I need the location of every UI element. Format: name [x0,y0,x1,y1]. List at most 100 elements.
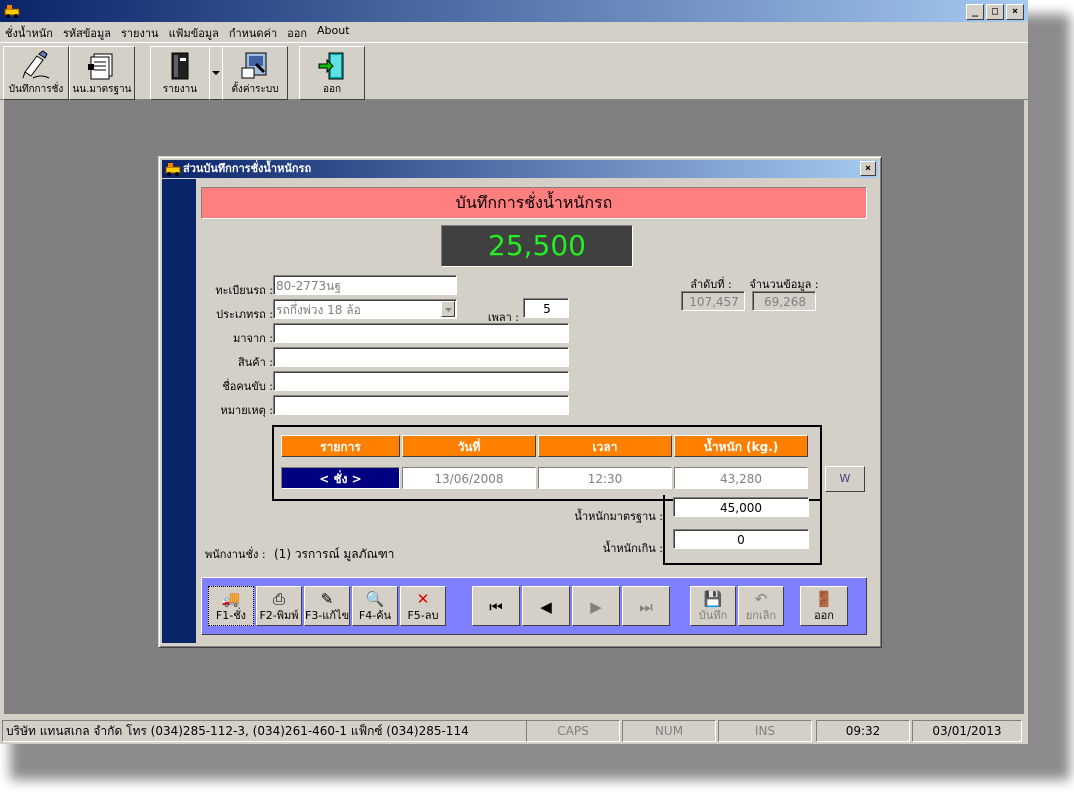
std-weight-field: 45,000 [673,497,809,517]
maximize-button[interactable]: □ [986,4,1004,20]
save-button[interactable]: 💾 บันทึก [690,586,736,626]
menu-settings[interactable]: กำหนดค่า [224,22,282,40]
f3-label: F3-แก้ไข [305,609,350,622]
plate-field[interactable]: 80-2773นฐ [273,275,457,295]
app-icon [4,5,20,18]
std-weight-label: น้ำหนักมาตรฐาน : [574,510,663,523]
f1-label: F1-ชั่ง [215,609,247,622]
seq-field: 107,457 [681,291,745,311]
exit-toolbar-label: ออก [322,84,342,95]
operator-label: พนักงานชั่ง : [205,548,266,561]
vehicle-type-select[interactable]: รถกึ่งพ่วง 18 ล้อ [273,299,457,319]
next-icon: ▶ [590,598,602,616]
from-field[interactable] [273,323,569,343]
document-stack-icon [88,53,113,80]
first-icon: ⏮ [489,598,503,616]
grid-cell-item[interactable]: < ชั่ง > [281,467,400,489]
previous-icon: ◀ [540,598,552,616]
record-weighing-button[interactable]: บันทึกการชั่ง [3,46,69,100]
grid-header-item: รายการ [281,435,400,457]
close-button[interactable]: × [1006,4,1024,20]
system-settings-button[interactable]: ตั้งค่าระบบ [222,46,288,100]
exit-door-small-icon: 🚪 [814,590,834,608]
menu-about[interactable]: About [312,22,355,40]
menu-report[interactable]: รายงาน [116,22,164,40]
standard-weight-label: นน.มาตรฐาน [72,84,132,95]
menu-file[interactable]: แฟ้มข้อมูล [164,22,224,40]
grid-header-date: วันที่ [402,435,536,457]
f3-edit-button[interactable]: ✎ F3-แก้ไข [304,586,350,626]
printer-icon: ⎙ [272,590,285,608]
save-label: บันทึก [698,609,728,622]
grid-cell-time[interactable]: 12:30 [538,467,672,489]
book-icon [171,52,189,80]
weight-display: 25,500 [441,225,633,267]
product-field[interactable] [273,347,569,367]
last-record-button[interactable]: ⏭ [622,586,670,626]
w-button[interactable]: W [825,466,865,492]
truck-icon [165,163,181,176]
truck-small-icon: 🚚 [221,590,241,608]
plate-label: ทะเบียนรถ : [215,284,273,297]
chevron-down-icon [212,71,220,75]
f2-print-button[interactable]: ⎙ F2-พิมพ์ [256,586,302,626]
settings-computer-icon [241,52,267,79]
weighing-record-window: ส่วนบันทึกการชั่งน้ำหนักรถ × บันทึกการชั… [158,156,882,648]
f4-search-button[interactable]: 🔍 F4-ค้น [352,586,398,626]
cancel-label: ยกเลิก [745,609,777,622]
over-weight-field: 0 [673,529,809,549]
shift-field[interactable]: 5 [523,298,569,318]
menu-exit[interactable]: ออก [282,22,312,40]
title-bar[interactable]: _ □ × [0,0,1028,22]
minimize-button[interactable]: _ [966,4,984,20]
over-weight-label: น้ำหนักเกิน : [602,542,663,555]
toolbar: บันทึกการชั่ง นน.มาตรฐาน รายงาน ตั้งค่าร… [0,42,1028,100]
exit-toolbar-button[interactable]: ออก [299,46,365,100]
f1-weigh-button[interactable]: 🚚 F1-ชั่ง [208,586,254,626]
child-title-bar[interactable]: ส่วนบันทึกการชั่งน้ำหนักรถ × [162,160,878,178]
weighing-grid: รายการ วันที่ เวลา น้ำหนัก (kg.) < ชั่ง … [272,425,822,501]
grid-header-time: เวลา [538,435,672,457]
f2-label: F2-พิมพ์ [259,609,299,622]
delete-x-icon: ✕ [416,590,430,608]
grid-cell-date[interactable]: 13/06/2008 [402,467,536,489]
driver-field[interactable] [273,371,569,391]
product-label: สินค้า : [238,356,273,369]
f5-delete-button[interactable]: ✕ F5-ลบ [400,586,446,626]
from-label: มาจาก : [233,332,273,345]
pencil-paper-icon [22,50,50,79]
grid-header-weight: น้ำหนัก (kg.) [674,435,808,457]
next-record-button[interactable]: ▶ [572,586,620,626]
previous-record-button[interactable]: ◀ [522,586,570,626]
first-record-button[interactable]: ⏮ [472,586,520,626]
f4-label: F4-ค้น [358,609,392,622]
undo-icon: ↶ [754,590,768,608]
system-settings-label: ตั้งค่าระบบ [231,84,279,95]
exit-form-button[interactable]: 🚪 ออก [800,586,848,626]
search-doc-icon: 🔍 [365,590,385,608]
standard-weight-button[interactable]: นน.มาตรฐาน [69,46,135,100]
form-banner: บันทึกการชั่งน้ำหนักรถ [201,187,867,219]
note-field[interactable] [273,395,569,415]
report-dropdown-button[interactable] [209,46,223,100]
record-weighing-label: บันทึกการชั่ง [8,84,64,95]
status-company: บริษัท แทนสเกล จำกัด โทร (034)285-112-3,… [2,720,527,742]
operator-value: (1) วรการณ์ มูลภัณฑา [274,547,395,561]
type-dropdown-button[interactable] [441,301,455,317]
exit-form-label: ออก [814,609,834,622]
child-close-button[interactable]: × [860,161,876,176]
child-title: ส่วนบันทึกการชั่งน้ำหนักรถ [183,162,312,175]
report-button[interactable]: รายงาน [150,46,210,100]
cancel-button[interactable]: ↶ ยกเลิก [738,586,784,626]
menu-codes[interactable]: รหัสข้อมูล [58,22,116,40]
menu-weigh[interactable]: ชั่งน้ำหนัก [0,22,58,40]
status-num: NUM [622,720,716,742]
status-caps: CAPS [526,720,620,742]
grid-cell-weight[interactable]: 43,280 [674,467,808,489]
floppy-icon: 💾 [703,590,723,608]
type-label: ประเภทรถ : [216,308,273,321]
status-ins: INS [718,720,812,742]
exit-door-icon [318,52,344,80]
navigation-bar: 🚚 F1-ชั่ง ⎙ F2-พิมพ์ ✎ F3-แก้ไข 🔍 F4-ค้น ✕ F5… [201,577,867,635]
wrench-icon: ✎ [320,590,334,608]
